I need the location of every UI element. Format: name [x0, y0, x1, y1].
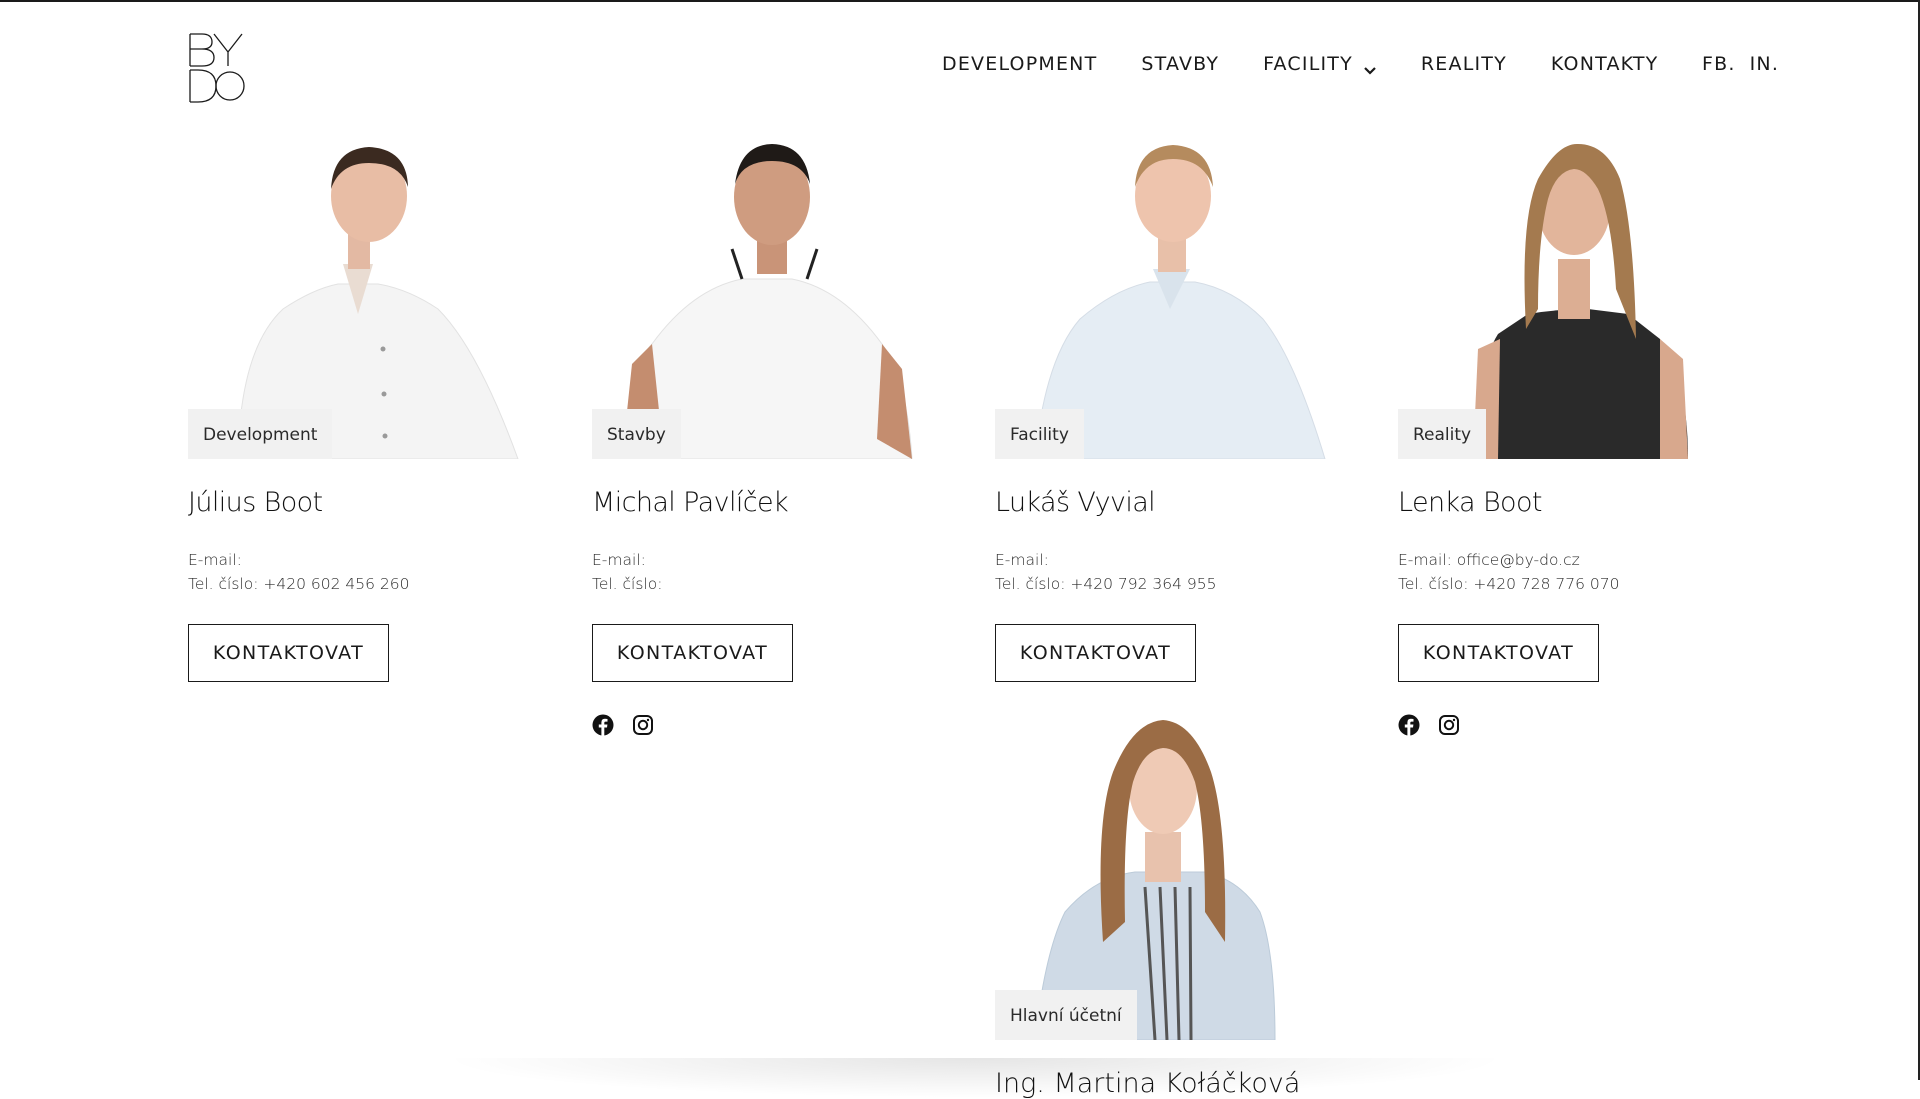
phone-value[interactable]: +420 792 364 955 [1070, 575, 1216, 593]
role-badge: Stavby [592, 409, 681, 459]
team-section: Development Július Boot E-mail: Tel. čís… [0, 0, 1920, 1099]
role-badge: Facility [995, 409, 1084, 459]
contact-info: E-mail: Tel. číslo: +420 602 456 260 [188, 548, 528, 596]
social-icons [1398, 714, 1738, 738]
instagram-icon[interactable] [632, 714, 654, 736]
member-name: Július Boot [188, 487, 323, 518]
team-card: Stavby Michal Pavlíček E-mail: Tel. čísl… [592, 139, 932, 738]
phone-label: Tel. číslo: [1398, 575, 1469, 593]
contact-button[interactable]: KONTAKTOVAT [188, 624, 389, 682]
contact-button[interactable]: KONTAKTOVAT [592, 624, 793, 682]
contact-button[interactable]: KONTAKTOVAT [995, 624, 1196, 682]
team-card: Reality Lenka Boot E-mail: office@by-do.… [1398, 139, 1738, 738]
role-badge: Development [188, 409, 333, 459]
email-label: E-mail: [995, 551, 1049, 569]
portrait-photo: Facility [995, 139, 1335, 459]
member-name: Michal Pavlíček [592, 487, 789, 518]
role-badge: Hlavní účetní [995, 990, 1137, 1040]
facebook-icon[interactable] [592, 714, 614, 736]
member-name: Lenka Boot [1398, 487, 1542, 518]
contact-button[interactable]: KONTAKTOVAT [1398, 624, 1599, 682]
role-badge: Reality [1398, 409, 1487, 459]
email-label: E-mail: [592, 551, 646, 569]
email-label: E-mail: [188, 551, 242, 569]
member-name-cut: Ing. Martina Kołáčková [995, 1068, 1301, 1099]
phone-value[interactable]: +420 602 456 260 [263, 575, 409, 593]
portrait-photo: Hlavní účetní [995, 712, 1335, 1040]
contact-info: E-mail: Tel. číslo: +420 792 364 955 [995, 548, 1335, 596]
facebook-icon[interactable] [1398, 714, 1420, 736]
portrait-photo: Reality [1398, 139, 1738, 459]
bottom-shadow [440, 1058, 1510, 1098]
member-name: Lukáš Vyvial [995, 487, 1156, 518]
contact-info: E-mail: office@by-do.cz Tel. číslo: +420… [1398, 548, 1738, 596]
email-value[interactable]: office@by-do.cz [1457, 551, 1580, 569]
portrait-photo: Development [188, 139, 528, 459]
phone-label: Tel. číslo: [188, 575, 259, 593]
phone-label: Tel. číslo: [995, 575, 1066, 593]
team-card: Hlavní účetní [995, 712, 1335, 1040]
contact-info: E-mail: Tel. číslo: [592, 548, 932, 596]
team-card: Facility Lukáš Vyvial E-mail: Tel. číslo… [995, 139, 1335, 682]
phone-label: Tel. číslo: [592, 575, 663, 593]
team-card: Development Július Boot E-mail: Tel. čís… [188, 139, 528, 682]
portrait-photo: Stavby [592, 139, 932, 459]
social-icons [592, 714, 932, 738]
email-label: E-mail: [1398, 551, 1452, 569]
instagram-icon[interactable] [1438, 714, 1460, 736]
phone-value[interactable]: +420 728 776 070 [1473, 575, 1619, 593]
